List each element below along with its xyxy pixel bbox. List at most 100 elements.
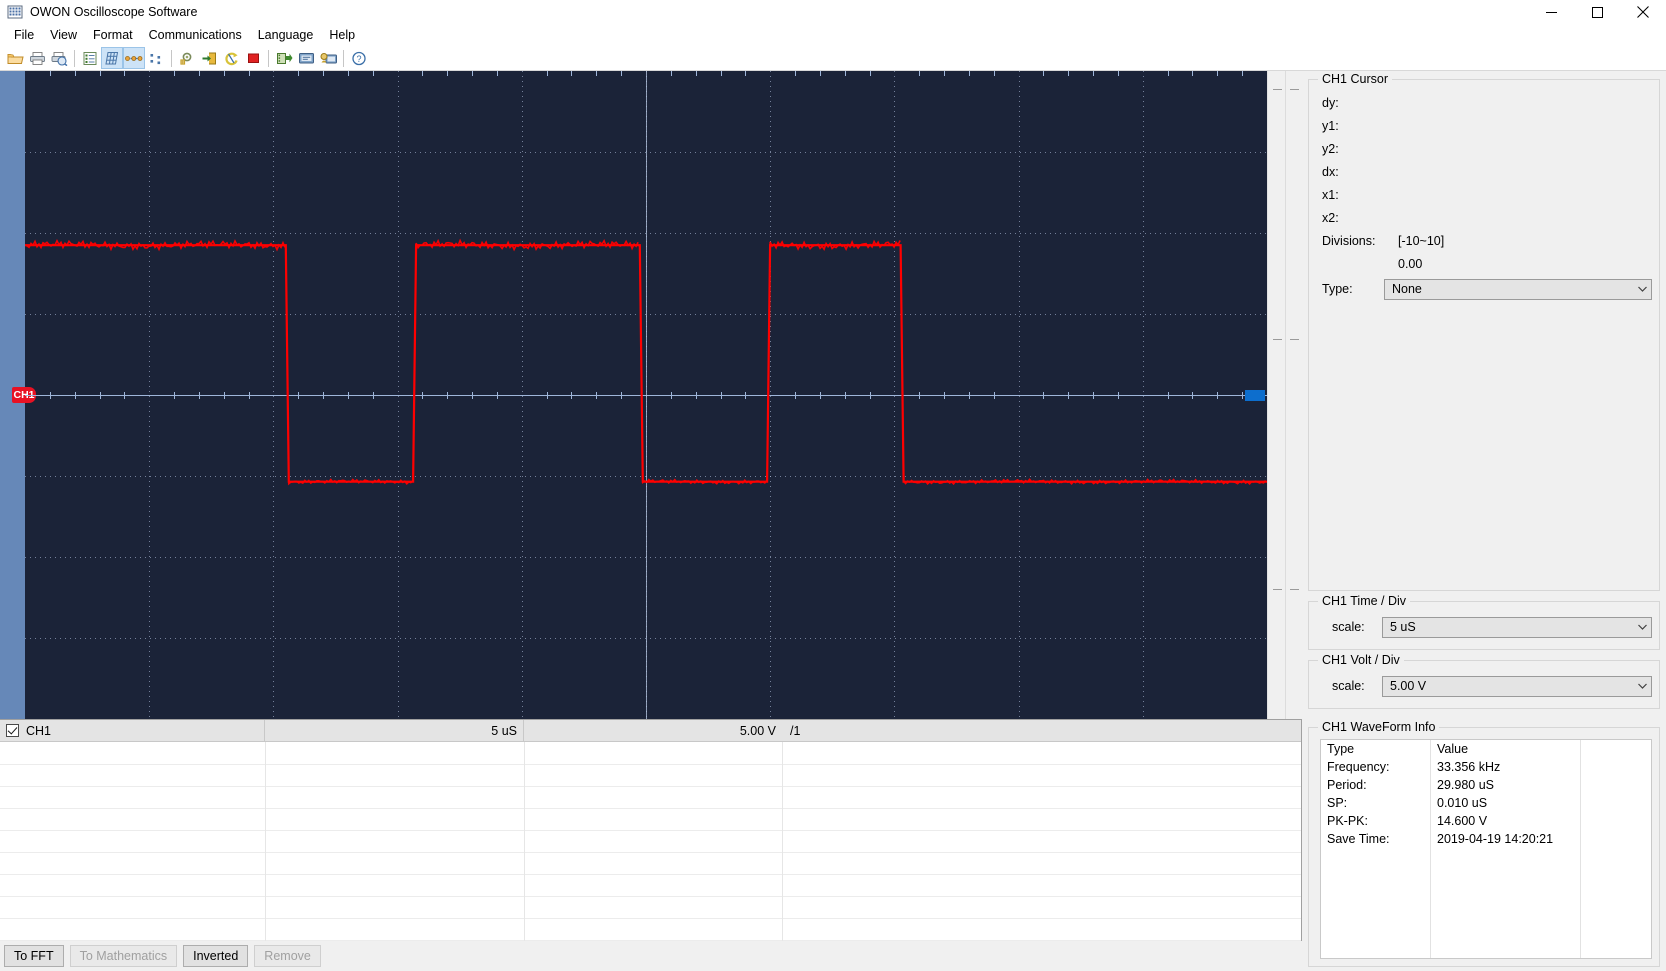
cursor-panel-title: CH1 Cursor [1318,71,1392,87]
channel-label: CH1 [26,723,52,738]
stop-record-icon[interactable] [242,47,264,69]
cursor-label-dy: dy: [1322,95,1339,110]
scope-vertical-scrollbar[interactable] [1285,71,1302,719]
channel-list-empty-rows [0,742,1301,941]
screenshot-icon[interactable] [317,47,339,69]
row-value-savetime: 2019-04-19 14:20:21 [1431,830,1581,848]
toolbar-separator [343,49,344,67]
cursor-label-y2: y2: [1322,141,1339,156]
toolbar-separator [268,49,269,67]
row-type-pkpk: PK-PK: [1321,812,1431,830]
right-panel: CH1 Cursor dy: y1: y2: dx: x1: x2: Divis… [1302,71,1666,971]
table-row: Period: 29.980 uS [1321,776,1651,794]
print-preview-icon[interactable] [48,47,70,69]
channel-timediv-cell: 5 uS [265,720,524,742]
save-video-icon[interactable] [273,47,295,69]
cursor-type-row: Type: None [1308,275,1660,303]
row-type-savetime: Save Time: [1321,830,1431,848]
grid-view-icon[interactable] [101,47,123,69]
waveform-view-icon[interactable] [123,47,145,69]
waveform-info-title: CH1 WaveForm Info [1318,719,1440,735]
chevron-down-icon[interactable] [1633,677,1651,696]
volt-div-scale-row: scale: 5.00 V [1308,672,1660,700]
maximize-button[interactable] [1574,0,1620,24]
table-row: PK-PK: 14.600 V [1321,812,1651,830]
menu-item-view[interactable]: View [42,25,85,45]
row-value-frequency: 33.356 kHz [1431,758,1581,776]
open-folder-icon[interactable] [4,47,26,69]
close-button[interactable] [1620,0,1666,24]
to-mathematics-button: To Mathematics [69,945,178,967]
menu-item-help[interactable]: Help [321,25,363,45]
row-type-frequency: Frequency: [1321,758,1431,776]
svg-text:?: ? [356,54,361,64]
to-fft-button[interactable]: To FFT [4,945,64,967]
toolbar-separator [74,49,75,67]
cursor-type-dropdown[interactable]: None [1384,278,1652,300]
table-row: Frequency: 33.356 kHz [1321,758,1651,776]
divisions-second-value: 0.00 [1398,256,1423,271]
cursor-label-x2: x2: [1322,210,1339,225]
divisions-value: [-10~10] [1398,233,1445,248]
cursor-field-dy: dy: [1308,91,1660,114]
menu-item-language[interactable]: Language [250,25,322,45]
toolbar-separator [171,49,172,67]
cursor-label-y1: y1: [1322,118,1339,133]
waveform-info-table: Type Value Frequency: 33.356 kHz Period:… [1320,739,1652,959]
table-header-row: Type Value [1321,740,1651,758]
window-controls [1528,0,1666,24]
print-icon[interactable] [26,47,48,69]
title-bar: OWON Oscilloscope Software [0,0,1666,24]
import-icon[interactable] [198,47,220,69]
volt-div-value: 5.00 V [1390,679,1427,693]
time-div-dropdown[interactable]: 5 uS [1382,616,1652,638]
menu-item-file[interactable]: File [6,25,42,45]
application-window: OWON Oscilloscope Software File View For… [0,0,1666,971]
waveform-plot[interactable]: CH1 [12,71,1267,719]
waveform-info-filler [1321,848,1651,958]
toolbar: ? [0,46,1666,71]
time-div-panel: CH1 Time / Div scale: 5 uS [1308,593,1660,650]
cursor-divisions-second-row: 0.00 [1308,252,1660,275]
list-column-divider [782,742,783,941]
inverted-button[interactable]: Inverted [183,945,249,967]
chevron-down-icon[interactable] [1633,618,1651,637]
table-row[interactable]: CH1 5 uS 5.00 V /1 [0,720,1301,742]
minimize-button[interactable] [1528,0,1574,24]
row-value-period: 29.980 uS [1431,776,1581,794]
cursor-type-value: None [1392,282,1422,296]
list-row-divider [0,940,1301,941]
cursor-field-y1: y1: [1308,114,1660,137]
refresh-icon[interactable] [220,47,242,69]
display-icon[interactable] [295,47,317,69]
scope-canvas[interactable]: CH1 [0,71,1267,719]
channel-list: CH1 5 uS 5.00 V /1 [0,719,1302,941]
row-type-period: Period: [1321,776,1431,794]
scatter-view-icon[interactable] [145,47,167,69]
waveform-info-panel: CH1 WaveForm Info Type Value Frequency: … [1308,719,1660,967]
row-type-sp: SP: [1321,794,1431,812]
channel-enable-checkbox[interactable] [6,724,19,737]
row-value-sp: 0.010 uS [1431,794,1581,812]
header-value: Value [1431,740,1581,758]
list-row-divider [0,808,1301,809]
time-div-title: CH1 Time / Div [1318,593,1411,609]
volt-div-scale-label: scale: [1332,679,1365,693]
channel-voltdiv-cell: 5.00 V [739,723,776,738]
list-view-icon[interactable] [79,47,101,69]
chevron-down-icon[interactable] [1633,280,1651,299]
menu-item-format[interactable]: Format [85,25,141,45]
list-row-divider [0,896,1301,897]
help-icon[interactable]: ? [348,47,370,69]
list-row-divider [0,852,1301,853]
volt-div-dropdown[interactable]: 5.00 V [1382,675,1652,697]
cursor-divisions-row: Divisions: [-10~10] [1308,229,1660,252]
action-button-bar: To FFT To Mathematics Inverted Remove [0,941,1302,971]
cursor-type-label: Type: [1322,282,1353,296]
cursor-label-dx: dx: [1322,164,1339,179]
menu-item-communications[interactable]: Communications [141,25,250,45]
time-div-scale-label: scale: [1332,620,1365,634]
oscilloscope-display: CH1 [0,71,1302,719]
settings-gear-icon[interactable] [176,47,198,69]
time-div-value: 5 uS [1390,620,1416,634]
